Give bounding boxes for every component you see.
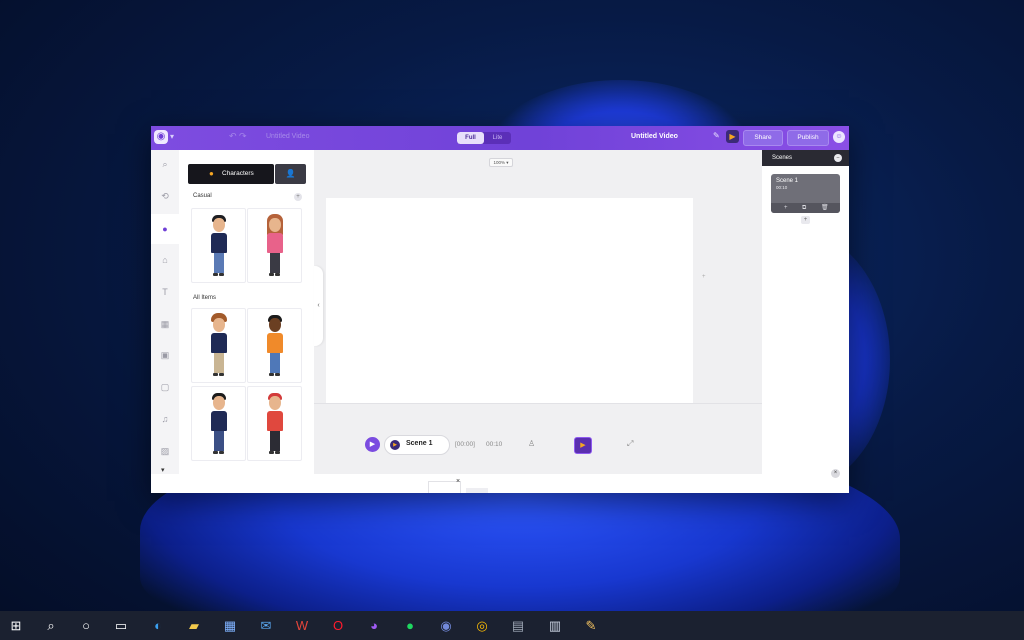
zoom-dropdown[interactable]: 100% ▾ (489, 158, 513, 167)
scene-canvas[interactable] (326, 198, 693, 403)
scene-selector[interactable]: ▶ Scene 1 (384, 435, 450, 455)
scenes-panel: Scenes – Scene 1 00:10 + ⧉ 🗑 + (762, 150, 849, 474)
left-tool-rail: ⌕ ⟲ ● ⌂ T ▦ ▣ ▢ ♫ ▨ ▾ (151, 150, 179, 493)
character-head (212, 218, 225, 232)
scene-thumbnail[interactable]: Scene 1 00:10 + ⧉ 🗑 (771, 174, 840, 213)
section-casual-label: Casual (193, 193, 212, 199)
messenger-icon[interactable]: ◕ (364, 616, 384, 636)
rail-expand-caret-icon[interactable]: ▾ (161, 466, 165, 474)
characters-icon[interactable]: ● (159, 223, 171, 235)
mode-full-button[interactable]: Full (457, 132, 484, 144)
search-icon[interactable]: ⌕ (41, 616, 61, 636)
add-character-icon[interactable]: + (294, 193, 302, 201)
timeline-bar: ▶ ▶ Scene 1 [00:00] 00:10 ♙ ▶ ⤢ (314, 403, 762, 475)
character-timeline-icon[interactable]: ♙ (528, 439, 535, 448)
mode-lite-button[interactable]: Lite (484, 132, 511, 144)
characters-panel: ● Characters 👤 Casual + All Items (179, 150, 314, 474)
taskbar: ⊞ ⌕ ○ ▭ ◐ ▰ ▦ ✉ W O ◕ ● ◉ ◎ ▤ ▥ ✎ (0, 611, 1024, 640)
app-top-bar: ◉ ▾ ↶ ↷ Untitled Video Full Lite Untitle… (151, 126, 849, 150)
collapse-panel-handle[interactable]: ‹ (314, 266, 323, 346)
scene-film-icon[interactable]: ▶ (574, 437, 592, 454)
file-explorer-icon[interactable]: ▰ (184, 616, 204, 636)
paint-icon[interactable]: ✎ (581, 616, 601, 636)
tab-characters-label: Characters (222, 170, 254, 177)
add-scene-icon[interactable]: + (784, 203, 788, 213)
timeline-start-time: [00:00] (455, 441, 475, 448)
character-card[interactable] (247, 208, 302, 283)
properties-icon[interactable]: ⌂ (159, 254, 171, 266)
scene-selector-label: Scene 1 (406, 440, 433, 447)
text-icon[interactable]: T (159, 286, 171, 298)
delete-scene-icon[interactable]: 🗑 (821, 203, 829, 213)
character-card[interactable] (247, 308, 302, 383)
stage-area: 100% ▾ + (314, 150, 762, 403)
task-view-icon[interactable]: ▭ (111, 616, 131, 636)
discord-icon[interactable]: ◉ (436, 616, 456, 636)
timeline-end-time: 00:10 (486, 441, 503, 448)
tab-custom-characters[interactable]: 👤 (275, 164, 306, 184)
wps-icon[interactable]: W (292, 616, 312, 636)
user-avatar[interactable]: ☺ (833, 131, 845, 143)
section-all-items-label: All Items (193, 295, 217, 301)
app-window: ◉ ▾ ↶ ↷ Untitled Video Full Lite Untitle… (151, 126, 849, 493)
scene-thumbnail-name: Scene 1 (776, 178, 799, 184)
search-icon[interactable]: ⌕ (159, 158, 171, 170)
character-card[interactable] (247, 386, 302, 461)
add-new-scene-button[interactable]: + (801, 216, 810, 224)
character-tab-icon: ● (209, 169, 214, 178)
full-lite-toggle[interactable]: Full Lite (457, 132, 511, 144)
video-title[interactable]: Untitled Video (631, 133, 678, 140)
opera-icon[interactable]: O (328, 616, 348, 636)
templates-icon[interactable]: ▣ (159, 349, 171, 361)
character-card[interactable] (191, 386, 246, 461)
undo-redo-icons[interactable]: ↶ ↷ (229, 131, 247, 142)
fit-screen-icon[interactable]: ⤢ (627, 439, 633, 449)
scenes-header-label: Scenes (772, 155, 793, 161)
store-icon[interactable]: ▦ (220, 616, 240, 636)
chrome-icon[interactable]: ◎ (472, 616, 492, 636)
video-icon[interactable]: ▢ (159, 381, 171, 393)
publish-button[interactable]: Publish (787, 130, 829, 146)
character-card[interactable] (191, 208, 246, 283)
corner-close-icon[interactable]: × (831, 469, 840, 478)
share-button[interactable]: Share (743, 130, 783, 146)
stage-add-icon[interactable]: + (702, 274, 706, 280)
app-logo-icon[interactable]: ◉ (154, 130, 168, 144)
start-icon[interactable]: ⊞ (6, 616, 26, 636)
images-icon[interactable]: ▨ (159, 445, 171, 457)
character-card[interactable] (191, 308, 246, 383)
audio-icon[interactable]: ♫ (159, 413, 171, 425)
spotify-icon[interactable]: ● (400, 616, 420, 636)
preview-play-button[interactable]: ▶ (726, 130, 739, 143)
backgrounds-icon[interactable]: ▦ (159, 318, 171, 330)
edit-title-pencil-icon[interactable]: ✎ (713, 131, 720, 140)
duplicate-scene-icon[interactable]: ⧉ (802, 203, 806, 213)
edge-icon[interactable]: ◐ (148, 616, 168, 636)
media-icon[interactable]: ⟲ (159, 190, 171, 202)
mail-icon[interactable]: ✉ (256, 616, 276, 636)
logo-menu-caret-icon[interactable]: ▾ (170, 132, 174, 141)
tab-characters[interactable]: ● Characters (188, 164, 274, 184)
timeline-play-button[interactable]: ▶ (365, 437, 380, 452)
scene-actions-bar: + ⧉ 🗑 (771, 203, 840, 213)
scenes-header: Scenes – (762, 150, 849, 166)
bottom-strip: × (151, 474, 849, 493)
bottom-tab-secondary[interactable] (466, 488, 488, 493)
bottom-close-icon[interactable]: × (456, 478, 460, 485)
scene-play-icon: ▶ (390, 440, 400, 450)
calculator-icon[interactable]: ▤ (508, 616, 528, 636)
faint-project-name: Untitled Video (266, 133, 310, 140)
cortana-icon[interactable]: ○ (76, 616, 96, 636)
scene-thumbnail-duration: 00:10 (776, 185, 788, 190)
app-icon[interactable]: ▥ (545, 616, 565, 636)
scenes-close-icon[interactable]: – (834, 154, 842, 162)
